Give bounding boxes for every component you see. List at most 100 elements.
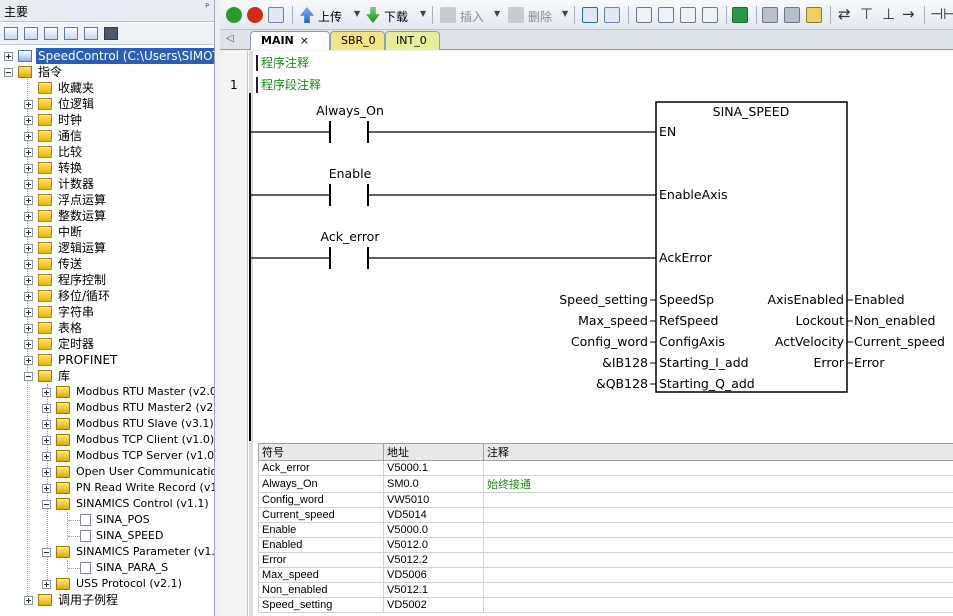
table-row[interactable]: Config_word VW5010 (258, 492, 953, 508)
comment-cell[interactable]: 始终接通 (483, 475, 953, 493)
window-icon[interactable] (680, 7, 696, 23)
symbol-cell[interactable]: Enable (258, 522, 384, 538)
column-header-address[interactable]: 地址 (383, 443, 484, 461)
symbol-cell[interactable]: Speed_setting (258, 597, 384, 613)
window-icon[interactable] (636, 7, 652, 23)
output-operand[interactable]: Error (854, 355, 885, 370)
table-row[interactable]: Error V5012.2 (258, 552, 953, 568)
input-operand[interactable]: Max_speed (578, 313, 648, 328)
expand-icon[interactable] (24, 148, 33, 157)
table-row[interactable]: Always_On SM0.0 始终接通 (258, 475, 953, 493)
window-icon[interactable] (702, 7, 718, 23)
input-operand[interactable]: &IB128 (602, 355, 648, 370)
lock-icon[interactable] (784, 7, 800, 23)
collapse-icon[interactable] (42, 548, 51, 557)
expand-icon[interactable] (24, 308, 33, 317)
collapse-icon[interactable] (4, 68, 13, 77)
comment-cell[interactable] (483, 537, 953, 553)
collapse-icon[interactable] (42, 500, 51, 509)
output-operand[interactable]: Enabled (854, 292, 905, 307)
expand-icon[interactable] (24, 132, 33, 141)
column-header-comment[interactable]: 注释 (483, 443, 953, 461)
expand-icon[interactable] (42, 420, 51, 429)
delete-button[interactable]: 删除 (528, 8, 552, 25)
symbol-cell[interactable]: Always_On (258, 475, 384, 493)
insert-icon[interactable] (440, 7, 456, 23)
address-cell[interactable]: V5012.0 (383, 537, 484, 553)
column-header-symbol[interactable]: 符号 (258, 443, 384, 461)
contact-label[interactable]: Ack_error (321, 229, 381, 244)
expand-icon[interactable] (42, 404, 51, 413)
monitor-icon[interactable] (104, 27, 118, 40)
document-icon[interactable] (84, 27, 98, 40)
expand-icon[interactable] (42, 468, 51, 477)
input-operand[interactable]: Config_word (571, 334, 648, 349)
address-cell[interactable]: V5000.0 (383, 522, 484, 538)
symbol-table[interactable]: 符号 地址 注释 Ack_error V5000.1 Always_On SM0… (258, 443, 953, 613)
address-cell[interactable]: V5012.2 (383, 552, 484, 568)
expand-icon[interactable] (24, 116, 33, 125)
table-row[interactable]: Speed_setting VD5002 (258, 597, 953, 613)
chevron-down-icon[interactable]: ▼ (420, 9, 426, 18)
expand-icon[interactable] (42, 484, 51, 493)
chevron-down-icon[interactable]: ▼ (354, 9, 360, 18)
window-icon[interactable] (658, 7, 674, 23)
contact-icon[interactable]: ⊣⊢ (930, 5, 953, 23)
tab-sbr-0[interactable]: SBR_0 (330, 31, 385, 50)
compile-icon[interactable] (268, 7, 284, 23)
lock-icon[interactable] (762, 7, 778, 23)
expand-icon[interactable] (24, 324, 33, 333)
symbol-cell[interactable]: Error (258, 552, 384, 568)
scroll-left-icon[interactable]: ◁ (226, 33, 234, 44)
expand-icon[interactable] (24, 596, 33, 605)
download-button[interactable]: 下载 (384, 8, 408, 25)
expand-icon[interactable] (42, 452, 51, 461)
symbol-cell[interactable]: Ack_error (258, 460, 384, 476)
expand-icon[interactable] (42, 436, 51, 445)
line-down-icon[interactable]: ⊤ (860, 5, 873, 23)
symbol-cell[interactable]: Max_speed (258, 567, 384, 583)
expand-icon[interactable] (24, 228, 33, 237)
table-row[interactable]: Max_speed VD5006 (258, 567, 953, 583)
document-icon[interactable] (44, 27, 58, 40)
upload-icon[interactable] (300, 7, 314, 23)
contact-label[interactable]: Enable (329, 166, 372, 181)
delete-icon[interactable] (508, 7, 524, 23)
go-icon[interactable] (732, 7, 748, 23)
program-editor[interactable]: 1 程序注释 程序段注释 Always_On Enable Ack_error … (220, 51, 953, 616)
table-row[interactable]: Enabled V5012.0 (258, 537, 953, 553)
table-row[interactable]: Non_enabled V5012.1 (258, 582, 953, 598)
symbol-cell[interactable]: Current_speed (258, 507, 384, 523)
ladder-network[interactable]: Always_On Enable Ack_error SINA_SPEED EN… (220, 51, 953, 441)
chevron-down-icon[interactable]: ▼ (562, 9, 568, 18)
address-cell[interactable]: SM0.0 (383, 475, 484, 493)
comment-cell[interactable] (483, 492, 953, 508)
status-icon[interactable] (604, 7, 620, 23)
symbol-cell[interactable]: Config_word (258, 492, 384, 508)
comment-cell[interactable] (483, 507, 953, 523)
expand-icon[interactable] (24, 356, 33, 365)
collapse-icon[interactable] (24, 372, 33, 381)
address-cell[interactable]: VD5002 (383, 597, 484, 613)
pin-icon[interactable]: ᴾ (205, 3, 209, 14)
expand-icon[interactable] (24, 196, 33, 205)
expand-icon[interactable] (42, 580, 51, 589)
comment-cell[interactable] (483, 582, 953, 598)
address-cell[interactable]: V5000.1 (383, 460, 484, 476)
input-operand[interactable]: &QB128 (596, 376, 648, 391)
expand-icon[interactable] (4, 52, 13, 61)
upload-button[interactable]: 上传 (318, 8, 342, 25)
insert-button[interactable]: 插入 (460, 8, 484, 25)
comment-cell[interactable] (483, 552, 953, 568)
view-icon[interactable] (4, 27, 18, 40)
expand-icon[interactable] (24, 276, 33, 285)
comment-cell[interactable] (483, 567, 953, 583)
table-row[interactable]: Current_speed VD5014 (258, 507, 953, 523)
comment-cell[interactable] (483, 597, 953, 613)
expand-icon[interactable] (24, 292, 33, 301)
expand-icon[interactable] (24, 212, 33, 221)
download-icon[interactable] (366, 7, 380, 23)
branch-icon[interactable]: ⇄ (838, 5, 851, 23)
document-icon[interactable] (64, 27, 78, 40)
expand-icon[interactable] (24, 164, 33, 173)
